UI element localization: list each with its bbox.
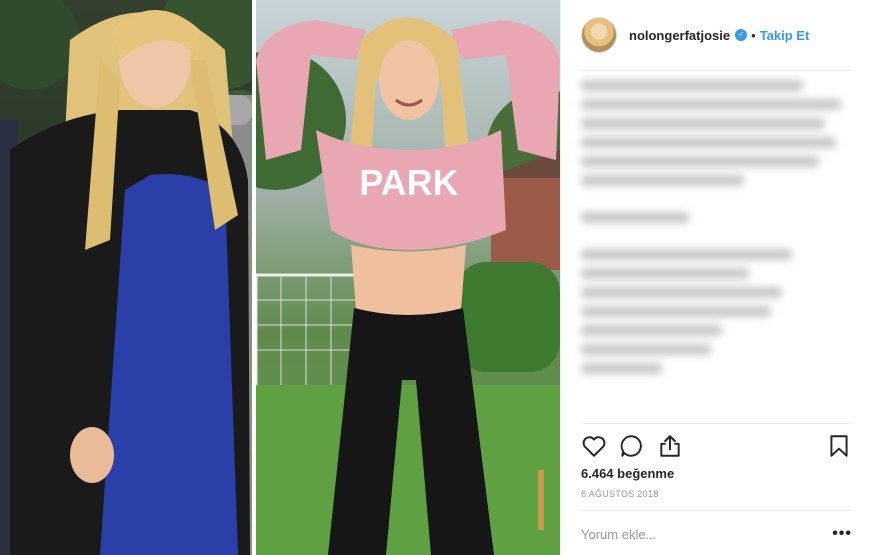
- post-photo[interactable]: PARK: [0, 0, 560, 555]
- before-photo-illustration: [0, 0, 252, 555]
- comment-input[interactable]: [581, 526, 833, 542]
- post-header: nolongerfatjosie ✓ • Takip Et: [581, 14, 852, 56]
- header-divider: [581, 70, 852, 71]
- more-options-button[interactable]: •••: [832, 525, 852, 543]
- action-bar: [581, 432, 852, 460]
- after-photo-illustration: PARK: [256, 17, 560, 555]
- heart-icon[interactable]: [581, 433, 607, 459]
- comment-divider: [581, 510, 852, 511]
- bookmark-icon[interactable]: [826, 433, 852, 459]
- blurred-caption-area: [581, 80, 852, 420]
- separator-dot: •: [751, 27, 756, 43]
- comment-bar: •••: [581, 520, 852, 548]
- before-photo: [0, 0, 252, 555]
- follow-button[interactable]: Takip Et: [760, 28, 810, 43]
- avatar[interactable]: [581, 17, 617, 53]
- actions-divider: [581, 423, 852, 424]
- after-photo: PARK: [256, 0, 560, 555]
- share-icon[interactable]: [657, 433, 683, 459]
- like-count[interactable]: 6.464 beğenme: [581, 466, 674, 481]
- post-date[interactable]: 6 AĞUSTOS 2018: [581, 489, 659, 499]
- post-side-panel: nolongerfatjosie ✓ • Takip Et 6.464 beğe…: [560, 0, 872, 555]
- verified-badge-icon: ✓: [735, 29, 748, 41]
- speech-bubble-icon[interactable]: [619, 433, 645, 459]
- username-link[interactable]: nolongerfatjosie: [629, 28, 730, 43]
- shirt-text: PARK: [359, 162, 458, 203]
